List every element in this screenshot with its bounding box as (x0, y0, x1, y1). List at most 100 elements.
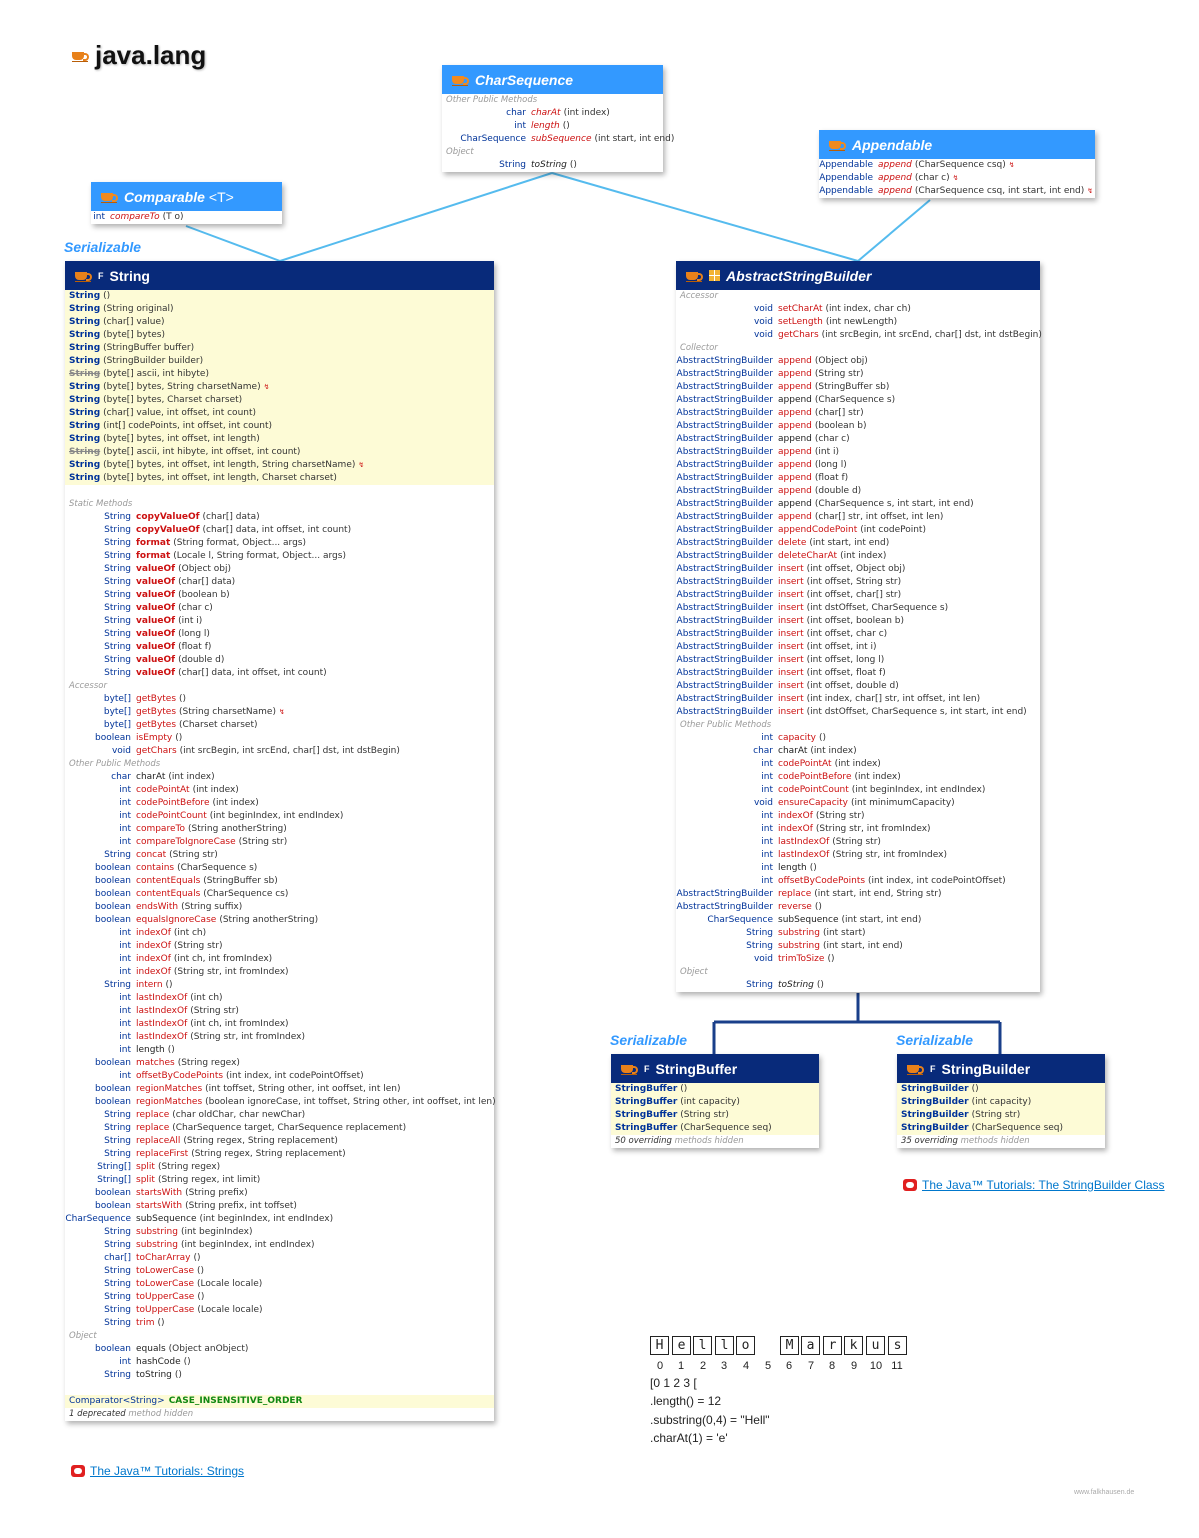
method-row[interactable]: AbstractStringBuilder insert (int offset, … (676, 615, 1040, 628)
constructor-row[interactable]: String (byte[] bytes, String charsetName)… (65, 381, 494, 394)
method-row[interactable]: String valueOf (boolean b) (65, 589, 494, 602)
method-row[interactable]: void getChars (int srcBegin, int srcEnd, c… (676, 329, 1042, 342)
method-row[interactable]: AbstractStringBuilder append (String str) (676, 368, 1040, 381)
method-row[interactable]: String format (Locale l, String format, Ob… (65, 550, 494, 563)
constructor-row[interactable]: String (StringBuffer buffer) (65, 342, 494, 355)
method-row[interactable]: AbstractStringBuilder reverse() (676, 901, 1040, 914)
method-row[interactable]: AbstractStringBuilder insert (int offset, … (676, 576, 1040, 589)
method-row[interactable]: boolean contentEquals (CharSequence cs) (65, 888, 494, 901)
method-row[interactable]: int lastIndexOf (int ch, int fromIndex) (65, 1018, 494, 1031)
method-row[interactable]: int codePointAt (int index) (65, 784, 494, 797)
method-row[interactable]: AbstractStringBuilder insert (int dstOffse… (676, 602, 1040, 615)
appendable-header[interactable]: Appendable (819, 130, 1095, 159)
method-row[interactable]: String concat (String str) (65, 849, 494, 862)
constructor-row[interactable]: String (int[] codePoints, int offset, int… (65, 420, 494, 433)
method-row[interactable]: String[] split (String regex) (65, 1161, 494, 1174)
method-row[interactable]: AbstractStringBuilder append (float f) (676, 472, 1040, 485)
method-row[interactable]: String toLowerCase() (65, 1265, 494, 1278)
method-row[interactable]: String format (String format, Object... ar… (65, 537, 494, 550)
method-row[interactable]: void setCharAt (int index, char ch) (676, 303, 1040, 316)
method-row[interactable]: String replaceAll (String regex, String re… (65, 1135, 494, 1148)
method-row[interactable]: String valueOf (char[] data, int offset, i… (65, 667, 494, 680)
method-row[interactable]: int indexOf (int ch, int fromIndex) (65, 953, 494, 966)
method-row[interactable]: String substring (int start) (676, 927, 1040, 940)
method-row[interactable]: AbstractStringBuilder replace (int start, … (676, 888, 1040, 901)
method-row[interactable]: String substring (int beginIndex, int endI… (65, 1239, 494, 1252)
method-row[interactable]: boolean endsWith (String suffix) (65, 901, 494, 914)
method-row[interactable]: int capacity() (676, 732, 1040, 745)
method-row[interactable]: String copyValueOf (char[] data, int offse… (65, 524, 494, 537)
charsequence-box[interactable]: CharSequence Other Public Methods char cha… (442, 65, 674, 172)
method-row[interactable]: AbstractStringBuilder append (char[] str, … (676, 511, 1040, 524)
method-row[interactable]: boolean equals (Object anObject) (65, 1343, 494, 1356)
constructor-row[interactable]: String (StringBuilder builder) (65, 355, 494, 368)
constructor-row[interactable]: String (char[] value) (65, 316, 494, 329)
method-row[interactable]: char charAt (int index) (442, 107, 663, 120)
method-row[interactable]: boolean startsWith (String prefix, int tof… (65, 1200, 494, 1213)
method-row[interactable]: String valueOf (double d) (65, 654, 494, 667)
constructor-row[interactable]: String (byte[] bytes, int offset, int len… (65, 472, 494, 485)
method-row[interactable]: String toString() (442, 159, 663, 172)
constructor-row[interactable]: StringBuilder (CharSequence seq) (897, 1122, 1105, 1135)
method-row[interactable]: AbstractStringBuilder insert (int offset, … (676, 680, 1040, 693)
method-row[interactable]: void trimToSize() (676, 953, 1040, 966)
method-row[interactable]: CharSequence subSequence (int start, int e… (676, 914, 1040, 927)
constructor-row[interactable]: StringBuffer (String str) (611, 1109, 819, 1122)
stringbuilder-box[interactable]: F StringBuilder StringBuilder() StringBui… (897, 1054, 1105, 1148)
string-field-row[interactable]: Comparator<String> CASE_INSENSITIVE_ORDE… (65, 1395, 494, 1408)
method-row[interactable]: String valueOf (char c) (65, 602, 494, 615)
method-row[interactable]: String valueOf (char[] data) (65, 576, 494, 589)
method-row[interactable]: AbstractStringBuilder insert (int offset, … (676, 589, 1040, 602)
method-row[interactable]: String valueOf (int i) (65, 615, 494, 628)
method-row[interactable]: AbstractStringBuilder append (int i) (676, 446, 1040, 459)
method-row[interactable]: AbstractStringBuilder append (char c) (676, 433, 1040, 446)
method-row[interactable]: int indexOf (String str, int fromIndex) (676, 823, 1040, 836)
method-row[interactable]: int codePointCount (int beginIndex, int en… (676, 784, 1040, 797)
stringbuffer-header[interactable]: F StringBuffer (611, 1054, 819, 1083)
constructor-row[interactable]: StringBuffer (CharSequence seq) (611, 1122, 819, 1135)
method-row[interactable]: void getChars (int srcBegin, int srcEnd, c… (65, 745, 494, 758)
constructor-row[interactable]: StringBuffer (int capacity) (611, 1096, 819, 1109)
method-row[interactable]: int codePointAt (int index) (676, 758, 1040, 771)
constructor-row[interactable]: String (byte[] bytes, Charset charset) (65, 394, 494, 407)
method-row[interactable]: AbstractStringBuilder append (long l) (676, 459, 1040, 472)
method-row[interactable]: String copyValueOf (char[] data) (65, 511, 494, 524)
string-header[interactable]: F String (65, 261, 494, 290)
constructor-row[interactable]: String (byte[] bytes, int offset, int len… (65, 459, 494, 472)
method-row[interactable]: boolean regionMatches (boolean ignoreCase,… (65, 1096, 496, 1109)
method-row[interactable]: int lastIndexOf (String str, int fromIndex… (65, 1031, 494, 1044)
method-row[interactable]: boolean contentEquals (StringBuffer sb) (65, 875, 494, 888)
method-row[interactable]: int offsetByCodePoints (int index, int cod… (676, 875, 1040, 888)
method-row[interactable]: AbstractStringBuilder append (StringBuffer… (676, 381, 1040, 394)
method-row[interactable]: String valueOf (float f) (65, 641, 494, 654)
method-row[interactable]: int codePointBefore (int index) (65, 797, 494, 810)
method-row[interactable]: char charAt (int index) (65, 771, 494, 784)
constructor-row[interactable]: String (byte[] bytes) (65, 329, 494, 342)
method-row[interactable]: Appendable append (CharSequence csq, int s… (819, 185, 1095, 198)
method-row[interactable]: int indexOf (String str, int fromIndex) (65, 966, 494, 979)
method-row[interactable]: AbstractStringBuilder append (CharSequence… (676, 498, 1040, 511)
method-row[interactable]: int length() (65, 1044, 494, 1057)
method-row[interactable]: int indexOf (String str) (65, 940, 494, 953)
method-row[interactable]: AbstractStringBuilder append (char[] str) (676, 407, 1040, 420)
method-row[interactable]: AbstractStringBuilder deleteCharAt (int in… (676, 550, 1040, 563)
method-row[interactable]: String valueOf (Object obj) (65, 563, 494, 576)
comparable-box[interactable]: Comparable <T> int compareTo (T o) (91, 182, 282, 224)
method-row[interactable]: char charAt (int index) (676, 745, 1040, 758)
method-row[interactable]: String toLowerCase (Locale locale) (65, 1278, 494, 1291)
method-row[interactable]: int codePointCount (int beginIndex, int en… (65, 810, 494, 823)
method-row[interactable]: CharSequence subSequence (int beginIndex, … (65, 1213, 494, 1226)
method-row[interactable]: String replaceFirst (String regex, String … (65, 1148, 494, 1161)
method-row[interactable]: int compareTo (T o) (91, 211, 282, 224)
method-row[interactable]: String toUpperCase (Locale locale) (65, 1304, 494, 1317)
appendable-box[interactable]: Appendable Appendable append (CharSequence… (819, 130, 1095, 198)
method-row[interactable]: Appendable append (CharSequence csq) ↯ (819, 159, 1095, 172)
method-row[interactable]: int length() (442, 120, 663, 133)
method-row[interactable]: AbstractStringBuilder insert (int index, c… (676, 693, 1040, 706)
method-row[interactable]: int length() (676, 862, 1040, 875)
constructor-row[interactable]: String() (65, 290, 494, 303)
method-row[interactable]: String toString() (676, 979, 1040, 992)
method-row[interactable]: AbstractStringBuilder insert (int dstOffse… (676, 706, 1040, 719)
method-row[interactable]: int codePointBefore (int index) (676, 771, 1040, 784)
abstractstringbuilder-box[interactable]: AbstractStringBuilder Accessor void setCha… (676, 261, 1042, 992)
